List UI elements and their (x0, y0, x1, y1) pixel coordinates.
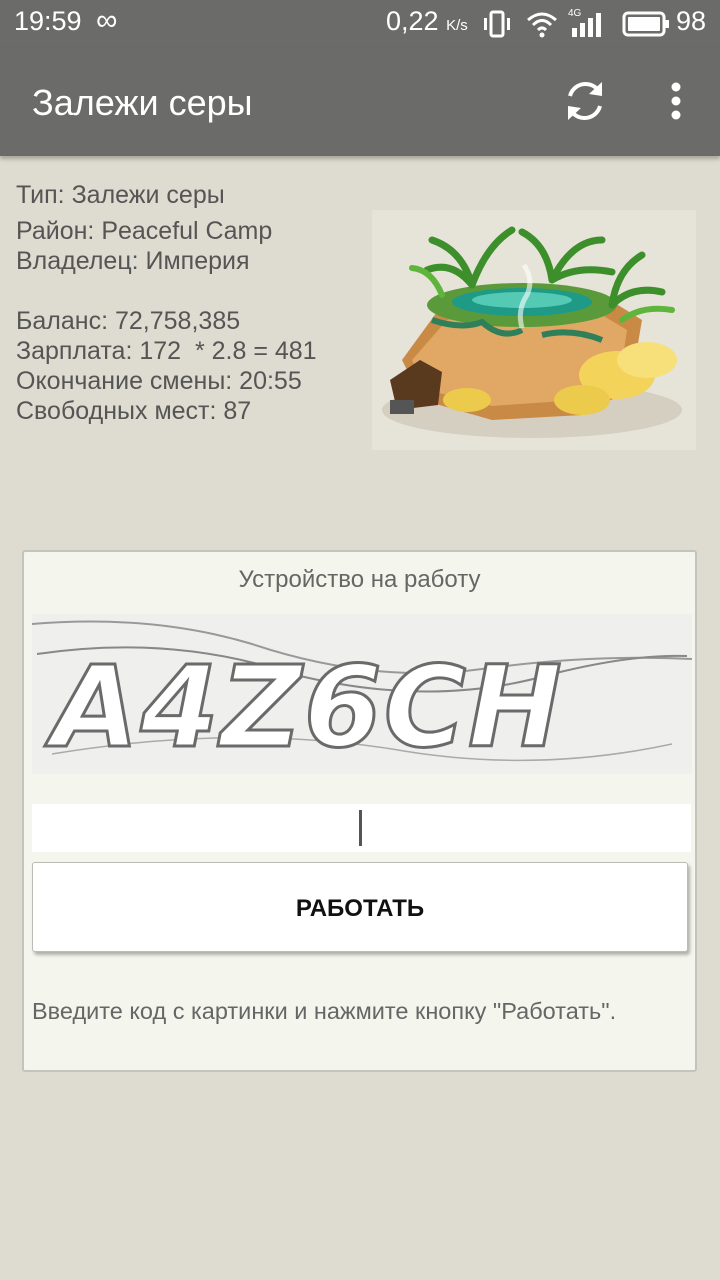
network-speed: 0,22 K/s (386, 6, 468, 37)
signal-icon (572, 13, 601, 37)
page-title: Залежи серы (32, 82, 253, 123)
status-time: 19:59 (14, 6, 82, 36)
captcha-hint: Введите код с картинки и нажмите кнопку … (32, 998, 617, 1024)
text-caret (359, 810, 362, 846)
vibrate-icon (484, 10, 510, 38)
network-speed-unit: K/s (446, 17, 468, 34)
info-shift-end: Окончание смены: 20:55 (16, 367, 302, 395)
status-bar: 19:59 ∞ 0,22 K/s 4G 98 (0, 0, 720, 48)
captcha-image: A4Z6CH (32, 614, 692, 774)
info-salary: Зарплата: 172 * 2.8 = 481 (16, 337, 317, 365)
refresh-icon[interactable] (562, 78, 608, 124)
captcha-input[interactable] (32, 804, 691, 852)
info-owner: Владелец: Империя (16, 247, 250, 275)
infinity-icon: ∞ (96, 4, 118, 37)
building-info: Тип: Залежи серы Район: Peaceful Camp Вл… (16, 180, 317, 426)
wifi-icon (527, 12, 557, 38)
sulfur-deposit-image (372, 210, 696, 450)
battery-level: 98 (676, 6, 707, 36)
app-bar: Залежи серы (0, 48, 720, 156)
job-card: Устройство на работу A4Z6CH РАБОТАТЬ Вве… (22, 550, 697, 1072)
network-speed-value: 0,22 (386, 6, 439, 36)
job-caption: Устройство на работу (238, 566, 481, 593)
info-free-places: Свободных мест: 87 (16, 397, 252, 425)
more-vert-icon[interactable] (660, 78, 692, 124)
captcha-text: A4Z6CH (44, 643, 564, 773)
info-district: Район: Peaceful Camp (16, 217, 273, 245)
info-balance: Баланс: 72,758,385 (16, 307, 241, 335)
info-type: Тип: Залежи серы (16, 181, 225, 209)
work-button[interactable]: РАБОТАТЬ (32, 862, 688, 952)
battery-icon (622, 11, 669, 37)
